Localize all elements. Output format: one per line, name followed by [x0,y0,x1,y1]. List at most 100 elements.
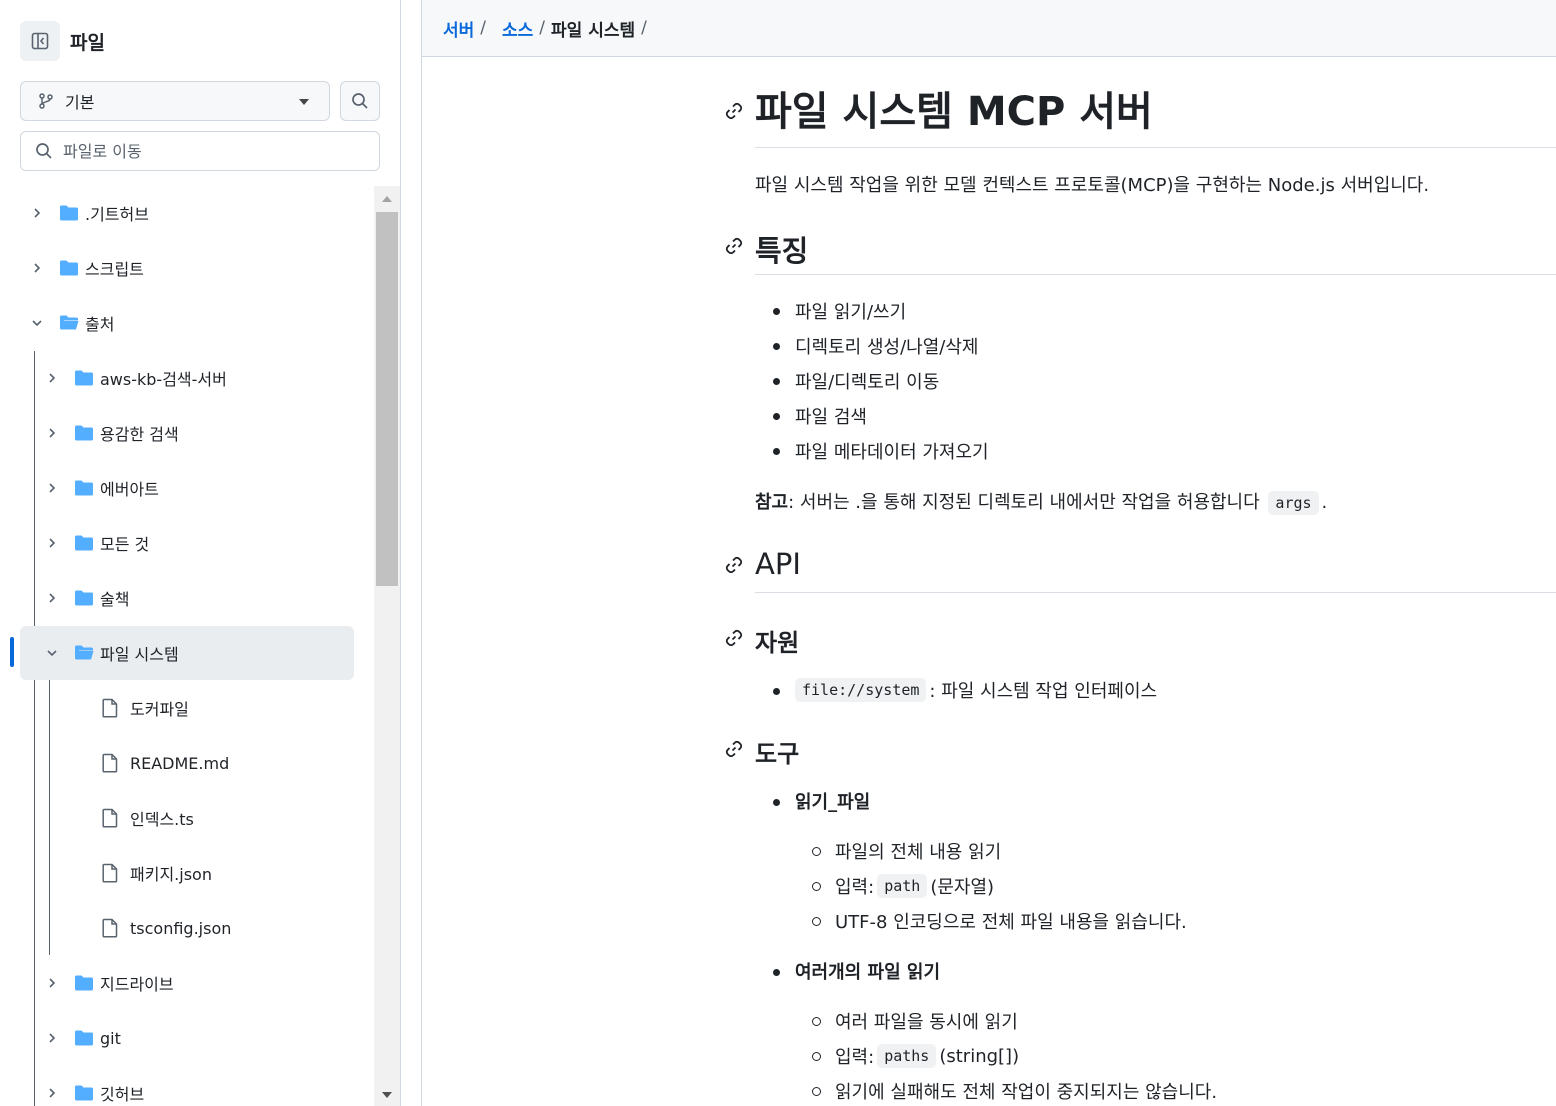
sidebar-header: 파일 [20,21,105,61]
tree-folder-item[interactable]: 깃허브 [20,1066,354,1106]
goto-file-field[interactable] [20,131,380,171]
list-item: 읽기에 실패해도 전체 작업이 중지되지는 않습니다. [835,1082,1218,1103]
folder-icon [74,534,94,552]
list-item: file://system: 파일 시스템 작업 인터페이스 [795,677,1157,703]
inline-code: file://system [795,678,927,702]
breadcrumb-separator: / [539,18,546,38]
heading-anchor-link[interactable] [723,100,745,122]
sidebar-scrollbar[interactable] [374,186,400,1106]
list-circle [812,1087,821,1096]
note-end: . [1321,492,1328,513]
list-circle [812,882,821,891]
tree-item-label: 패키지.json [130,865,212,884]
list-circle [812,847,821,856]
heading-anchor-link[interactable] [723,627,745,649]
list-bullet [773,688,780,695]
search-icon [36,143,52,159]
intro-paragraph: 파일 시스템 작업을 위한 모델 컨텍스트 프로토콜(MCP)을 구현하는 No… [755,175,1430,196]
file-tree: .기트허브스크립트출처 aws-kb-검색-서버 용감한 검색에버아트모든 것술책 파… [0,186,374,1106]
resize-handle[interactable] [401,0,422,1106]
tree-folder-item[interactable]: 모든 것 [20,516,354,570]
tree-folder-item[interactable]: 지드라이브 [20,956,354,1010]
tree-item-label: 스크립트 [85,260,144,279]
tree-folder-item[interactable]: git [20,1011,354,1065]
list-item: 입력: path (문자열) [835,873,994,899]
branch-select-button[interactable]: 기본 [20,81,330,121]
tree-file-item[interactable]: tsconfig.json [20,901,354,955]
tree-folder-item[interactable]: 파일 시스템 [20,626,354,680]
breadcrumb: 서버 / 소스 / 파일 시스템 / [422,0,1556,57]
inline-code: paths [877,1044,937,1068]
folder-open-icon [74,644,94,662]
chevron-down-icon[interactable] [30,316,44,330]
list-item: 디렉토리 생성/나열/삭제 [795,337,979,358]
list-bullet [773,969,780,976]
link-icon [725,629,743,647]
chevron-right-icon[interactable] [45,1086,59,1100]
chevron-right-icon[interactable] [45,481,59,495]
folder-icon [59,204,79,222]
tree-file-item[interactable]: 도커파일 [20,681,354,735]
link-icon [725,237,743,255]
file-icon [102,863,118,883]
file-tree-sidebar: 파일 기본 .기트허브스크립트출처 aws-kb-검색-서버용감한 검색에버아트모… [0,0,401,1106]
breadcrumb-link-src[interactable]: 소스 [502,16,533,41]
tree-folder-item[interactable]: 에버아트 [20,461,354,515]
branch-label: 기본 [65,93,95,112]
chevron-right-icon[interactable] [45,1031,59,1045]
chevron-right-icon[interactable] [45,591,59,605]
folder-icon [74,369,94,387]
file-icon [102,753,118,773]
heading-anchor-link[interactable] [723,235,745,257]
tree-folder-item[interactable]: 술책 [20,571,354,625]
search-button[interactable] [340,81,380,121]
file-icon [102,918,118,938]
chevron-right-icon[interactable] [30,261,44,275]
tree-item-label: README.md [130,753,230,773]
scroll-up-arrow-icon[interactable] [382,196,392,202]
chevron-right-icon[interactable] [45,536,59,550]
scrollbar-thumb[interactable] [376,212,398,586]
chevron-right-icon[interactable] [45,976,59,990]
goto-file-input[interactable] [63,141,363,161]
collapse-sidebar-button[interactable] [20,21,60,61]
chevron-right-icon[interactable] [30,206,44,220]
chevron-right-icon[interactable] [45,426,59,440]
folder-icon [59,259,79,277]
list-item: 파일 검색 [795,407,867,428]
heading-anchor-link[interactable] [723,554,745,576]
tree-file-item[interactable]: README.md [20,736,354,790]
heading-anchor-link[interactable] [723,738,745,760]
tree-folder-item[interactable]: 스크립트 [20,241,354,295]
sidebar-title: 파일 [70,31,105,54]
breadcrumb-separator: / [641,18,647,38]
sidebar-collapse-icon [31,32,49,50]
scroll-down-arrow-icon[interactable] [382,1092,392,1098]
list-item: 파일 읽기/쓰기 [795,302,907,323]
tools-heading: 도구 [755,740,800,768]
list-bullet [773,448,780,455]
note-text: : 서버는 .을 통해 지정된 디렉토리 내에서만 작업을 허용합니다 [788,492,1260,513]
file-icon [102,808,118,828]
tree-folder-item[interactable]: 용감한 검색 [20,406,354,460]
tree-folder-item[interactable]: aws-kb-검색-서버 [20,351,354,405]
tree-file-item[interactable]: 인덱스.ts [20,791,354,845]
breadcrumb-link-servers[interactable]: 서버 [443,16,474,41]
list-item: 여러 파일을 동시에 읽기 [835,1012,1018,1033]
page-title: 파일 시스템 MCP 서버 [755,89,1153,135]
tree-folder-item[interactable]: .기트허브 [20,186,354,240]
chevron-right-icon[interactable] [45,371,59,385]
folder-icon [74,1029,94,1047]
tree-item-label: .기트허브 [85,205,149,224]
list-bullet [773,308,780,315]
tree-item-label: 에버아트 [100,480,159,499]
chevron-down-icon[interactable] [45,646,59,660]
list-item: 파일 메타데이터 가져오기 [795,442,989,463]
features-heading: 특징 [755,234,809,268]
tree-file-item[interactable]: 패키지.json [20,846,354,900]
folder-icon [74,974,94,992]
tree-item-label: tsconfig.json [130,918,232,938]
tree-folder-item[interactable]: 출처 [20,296,354,350]
tree-item-label: 모든 것 [100,535,150,554]
resources-heading: 자원 [755,629,800,657]
